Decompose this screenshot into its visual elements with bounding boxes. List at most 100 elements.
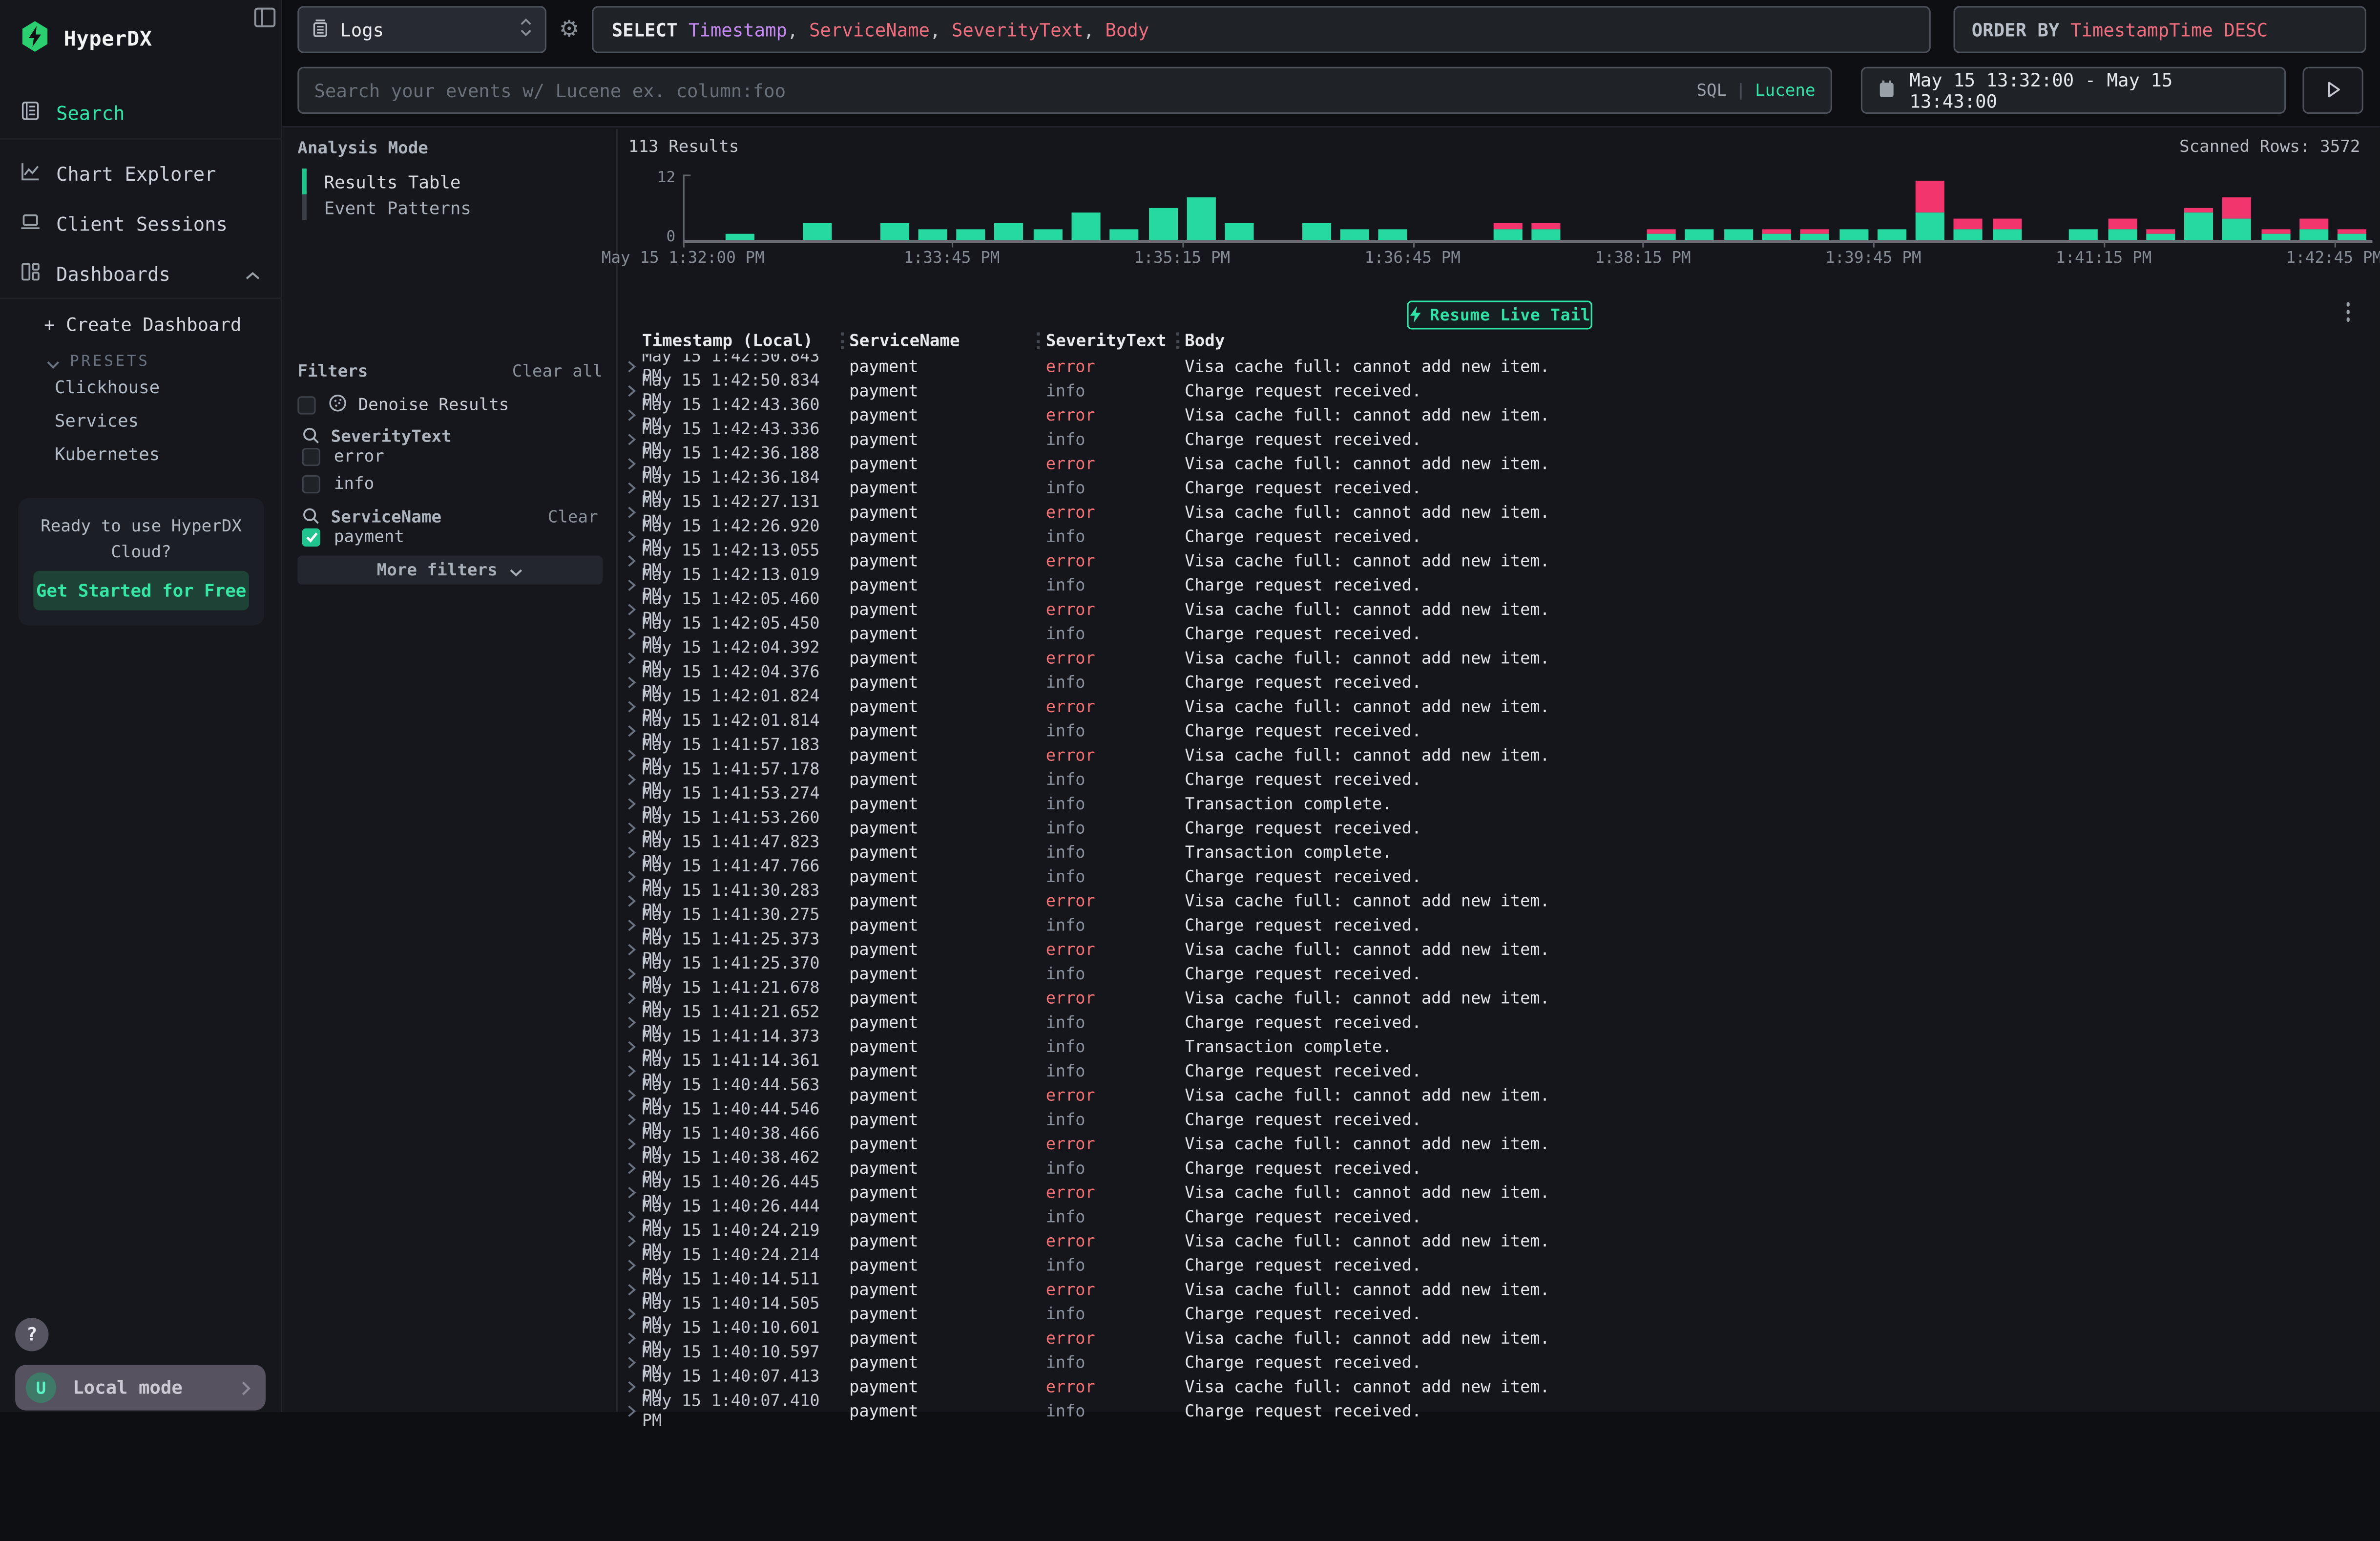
row-expand-chevron-icon[interactable]	[619, 1039, 642, 1053]
filter-option-payment[interactable]: payment	[302, 527, 603, 547]
row-expand-chevron-icon[interactable]	[619, 966, 642, 980]
row-expand-chevron-icon[interactable]	[619, 1112, 642, 1126]
histogram-bar[interactable]	[1302, 223, 1331, 239]
table-row[interactable]: May 15 1:42:13.055 PMpaymenterrorVisa ca…	[619, 548, 2361, 572]
row-expand-chevron-icon[interactable]	[619, 602, 642, 615]
histogram-bar[interactable]	[1800, 229, 1829, 239]
histogram-bar[interactable]	[2261, 229, 2290, 239]
histogram-bar[interactable]	[2338, 229, 2367, 239]
table-row[interactable]: May 15 1:40:07.413 PMpaymenterrorVisa ca…	[619, 1374, 2361, 1398]
table-row[interactable]: May 15 1:41:30.275 PMpaymentinfoCharge r…	[619, 912, 2361, 937]
histogram-bar[interactable]	[1225, 223, 1254, 239]
table-row[interactable]: May 15 1:40:26.444 PMpaymentinfoCharge r…	[619, 1204, 2361, 1228]
histogram-bar[interactable]	[1878, 229, 1906, 239]
sidebar-preset-item[interactable]: Clickhouse	[55, 377, 282, 398]
column-resize-handle[interactable]	[835, 332, 850, 348]
search-input[interactable]	[314, 80, 1696, 101]
histogram-bar[interactable]	[1762, 229, 1791, 239]
column-header-severitytext[interactable]: SeverityText	[1046, 330, 1170, 350]
row-expand-chevron-icon[interactable]	[619, 1209, 642, 1223]
row-expand-chevron-icon[interactable]	[619, 772, 642, 786]
histogram-bar[interactable]	[1187, 197, 1215, 239]
time-range-picker[interactable]: May 15 13:32:00 - May 15 13:43:00	[1861, 67, 2286, 114]
row-expand-chevron-icon[interactable]	[619, 1307, 642, 1320]
table-row[interactable]: May 15 1:42:13.019 PMpaymentinfoCharge r…	[619, 572, 2361, 597]
row-expand-chevron-icon[interactable]	[619, 1258, 642, 1271]
histogram-bar[interactable]	[2146, 229, 2175, 239]
row-expand-chevron-icon[interactable]	[619, 1379, 642, 1393]
brand-logo[interactable]: HyperDX	[18, 21, 264, 58]
table-row[interactable]: May 15 1:42:50.834 PMpaymentinfoCharge r…	[619, 378, 2361, 402]
table-row[interactable]: May 15 1:40:07.410 PMpaymentinfoCharge r…	[619, 1398, 2361, 1423]
filter-option-error[interactable]: error	[302, 446, 603, 466]
histogram-bar[interactable]	[918, 229, 947, 239]
denoise-results-option[interactable]: Denoise Results	[297, 390, 509, 419]
histogram-bar[interactable]	[1992, 218, 2021, 239]
column-header-timestamp[interactable]: Timestamp (Local)	[642, 330, 835, 350]
row-expand-chevron-icon[interactable]	[619, 481, 642, 494]
table-row[interactable]: May 15 1:42:01.814 PMpaymentinfoCharge r…	[619, 718, 2361, 742]
table-row[interactable]: May 15 1:40:10.597 PMpaymentinfoCharge r…	[619, 1350, 2361, 1374]
sidebar-item-chart-explorer[interactable]: Chart Explorer	[0, 155, 282, 191]
table-options-kebab-icon[interactable]	[2346, 302, 2350, 321]
row-expand-chevron-icon[interactable]	[619, 432, 642, 445]
column-resize-handle[interactable]	[1170, 332, 1185, 348]
row-expand-chevron-icon[interactable]	[619, 1234, 642, 1247]
column-header-servicename[interactable]: ServiceName	[849, 330, 1031, 350]
row-expand-chevron-icon[interactable]	[619, 456, 642, 470]
histogram-bar[interactable]	[1033, 229, 1062, 239]
row-expand-chevron-icon[interactable]	[619, 1161, 642, 1174]
results-histogram[interactable]: 12 0	[683, 170, 2373, 240]
clear-group-button[interactable]: Clear	[548, 507, 598, 527]
row-expand-chevron-icon[interactable]	[619, 1185, 642, 1199]
sidebar-preset-item[interactable]: Kubernetes	[55, 443, 282, 465]
histogram-bar[interactable]	[2069, 229, 2098, 239]
row-expand-chevron-icon[interactable]	[619, 529, 642, 543]
sidebar-item-client-sessions[interactable]: Client Sessions	[0, 205, 282, 242]
row-expand-chevron-icon[interactable]	[619, 1331, 642, 1345]
account-menu[interactable]: U Local mode	[15, 1365, 266, 1410]
order-by-input[interactable]: ORDER BY TimestampTime DESC	[1954, 6, 2366, 53]
denoise-checkbox[interactable]	[297, 396, 315, 414]
row-expand-chevron-icon[interactable]	[619, 893, 642, 907]
select-columns-input[interactable]: SELECT Timestamp, ServiceName, SeverityT…	[592, 6, 1931, 53]
create-dashboard-button[interactable]: + Create Dashboard	[44, 314, 241, 336]
help-button[interactable]: ?	[15, 1318, 48, 1351]
table-row[interactable]: May 15 1:41:57.183 PMpaymenterrorVisa ca…	[619, 742, 2361, 767]
histogram-bar[interactable]	[1839, 229, 1868, 239]
table-row[interactable]: May 15 1:41:47.766 PMpaymentinfoCharge r…	[619, 864, 2361, 888]
sidebar-preset-item[interactable]: Services	[55, 410, 282, 431]
table-row[interactable]: May 15 1:41:25.370 PMpaymentinfoCharge r…	[619, 961, 2361, 986]
sidebar-item-dashboards[interactable]: Dashboards	[0, 255, 282, 292]
table-row[interactable]: May 15 1:42:50.843 PMpaymenterrorVisa ca…	[619, 354, 2361, 378]
table-row[interactable]: May 15 1:40:14.505 PMpaymentinfoCharge r…	[619, 1301, 2361, 1326]
row-expand-chevron-icon[interactable]	[619, 383, 642, 397]
table-row[interactable]: May 15 1:42:04.392 PMpaymenterrorVisa ca…	[619, 645, 2361, 670]
table-row[interactable]: May 15 1:42:04.376 PMpaymentinfoCharge r…	[619, 670, 2361, 694]
row-expand-chevron-icon[interactable]	[619, 821, 642, 834]
histogram-bar[interactable]	[1378, 229, 1407, 239]
mode-event-patterns[interactable]: Event Patterns	[302, 194, 606, 220]
histogram-bar[interactable]	[1340, 229, 1369, 239]
table-row[interactable]: May 15 1:41:21.678 PMpaymenterrorVisa ca…	[619, 985, 2361, 1010]
table-row[interactable]: May 15 1:41:53.260 PMpaymentinfoCharge r…	[619, 815, 2361, 840]
more-filters-button[interactable]: More filters	[297, 556, 603, 585]
histogram-bar[interactable]	[1686, 229, 1714, 239]
checkbox-info[interactable]	[302, 474, 320, 492]
table-row[interactable]: May 15 1:40:38.466 PMpaymenterrorVisa ca…	[619, 1131, 2361, 1156]
table-row[interactable]: May 15 1:41:53.274 PMpaymentinfoTransact…	[619, 791, 2361, 815]
table-row[interactable]: May 15 1:41:25.373 PMpaymenterrorVisa ca…	[619, 937, 2361, 961]
row-expand-chevron-icon[interactable]	[619, 796, 642, 810]
table-row[interactable]: May 15 1:40:26.445 PMpaymenterrorVisa ca…	[619, 1180, 2361, 1204]
row-expand-chevron-icon[interactable]	[619, 748, 642, 761]
row-expand-chevron-icon[interactable]	[619, 991, 642, 1004]
column-header-body[interactable]: Body	[1185, 330, 2362, 350]
table-row[interactable]: May 15 1:42:26.920 PMpaymentinfoCharge r…	[619, 524, 2361, 548]
row-expand-chevron-icon[interactable]	[619, 1404, 642, 1417]
histogram-bar[interactable]	[879, 223, 908, 239]
table-row[interactable]: May 15 1:40:10.601 PMpaymenterrorVisa ca…	[619, 1326, 2361, 1350]
source-select[interactable]: Logs	[297, 6, 546, 53]
histogram-bar[interactable]	[1110, 229, 1139, 239]
row-expand-chevron-icon[interactable]	[619, 699, 642, 713]
row-expand-chevron-icon[interactable]	[619, 626, 642, 640]
